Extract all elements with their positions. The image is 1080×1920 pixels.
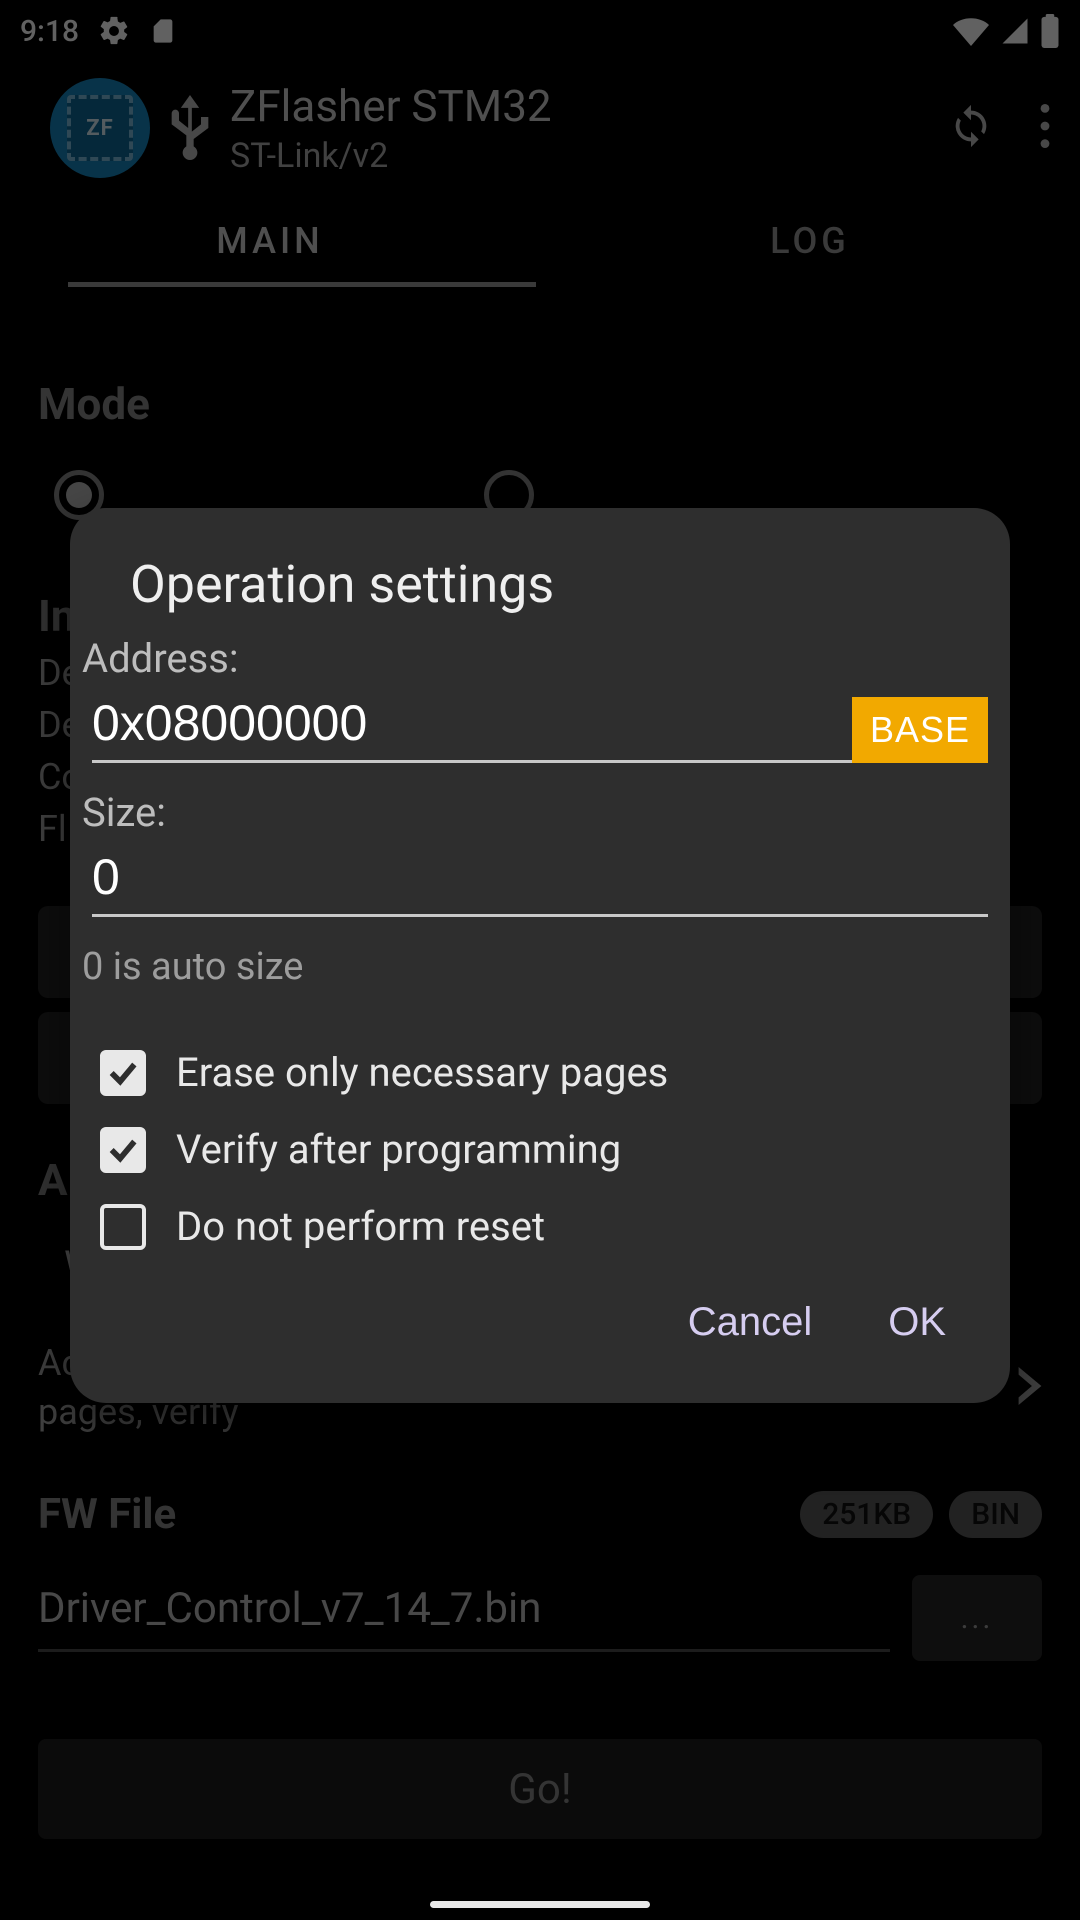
nav-gesture-pill xyxy=(430,1901,650,1908)
checkbox-verify-label: Verify after programming xyxy=(176,1126,621,1173)
cancel-button[interactable]: Cancel xyxy=(688,1300,813,1345)
checkbox-verify-row[interactable]: Verify after programming xyxy=(100,1126,998,1173)
address-label: Address: xyxy=(82,635,998,688)
checkbox-erase[interactable] xyxy=(100,1050,146,1096)
size-hint: 0 is auto size xyxy=(82,945,998,989)
checkbox-erase-label: Erase only necessary pages xyxy=(176,1049,668,1096)
checkbox-noreset-label: Do not perform reset xyxy=(176,1203,545,1250)
checkbox-noreset-row[interactable]: Do not perform reset xyxy=(100,1203,998,1250)
checkbox-erase-row[interactable]: Erase only necessary pages xyxy=(100,1049,998,1096)
base-button[interactable]: BASE xyxy=(852,697,988,763)
operation-settings-dialog: Operation settings Address: BASE Size: 0… xyxy=(70,508,1010,1403)
checkbox-verify[interactable] xyxy=(100,1127,146,1173)
address-input[interactable] xyxy=(92,688,852,763)
size-input[interactable] xyxy=(92,842,988,917)
size-label: Size: xyxy=(82,789,998,842)
checkbox-noreset[interactable] xyxy=(100,1204,146,1250)
dialog-title: Operation settings xyxy=(82,554,998,635)
ok-button[interactable]: OK xyxy=(888,1300,946,1345)
